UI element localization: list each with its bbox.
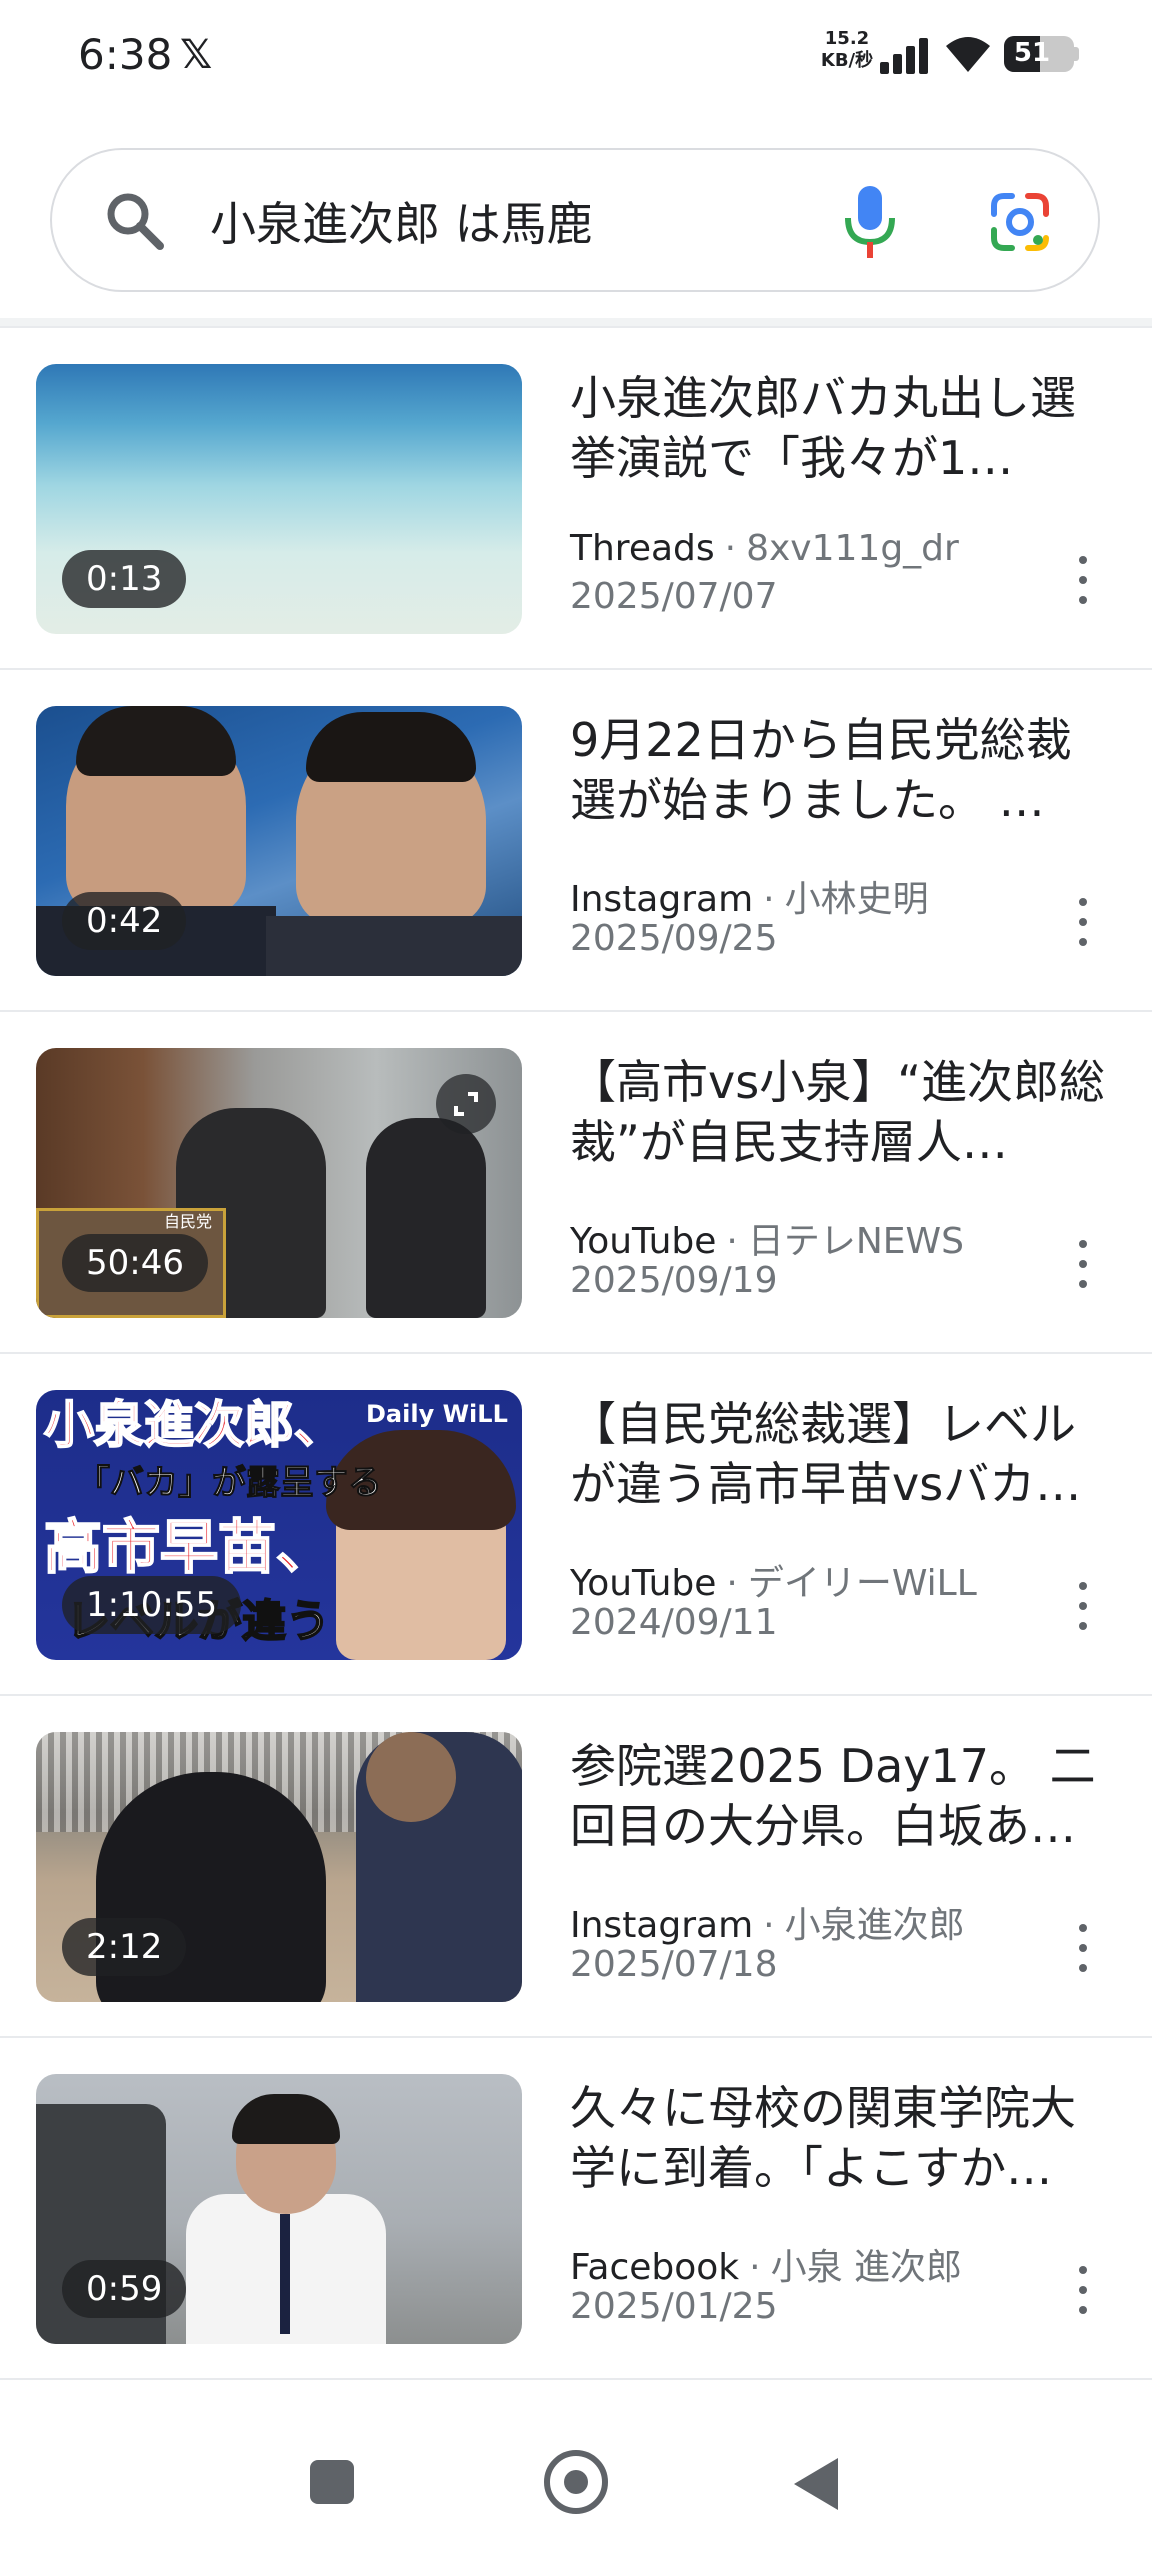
search-bar[interactable] — [50, 148, 1100, 292]
battery-icon: 51 — [1004, 36, 1074, 72]
source-name: Threads — [570, 528, 715, 569]
video-thumbnail[interactable]: 2:12 — [36, 1732, 522, 2002]
search-icon[interactable] — [102, 188, 166, 252]
thumbnail-caption: 「バカ」が露呈する — [76, 1463, 383, 1503]
recent-apps-icon[interactable] — [310, 2460, 354, 2504]
status-bar: 6:38 𝕏 15.2 KB/秒 51 — [0, 0, 1152, 110]
video-duration: 2:12 — [62, 1918, 187, 1976]
thumbnail-caption: 小泉進次郎、 — [43, 1396, 345, 1454]
source-name: Facebook — [570, 2247, 740, 2288]
back-icon[interactable] — [794, 2458, 838, 2510]
source-author: 8xv111g_dr — [746, 528, 959, 569]
more-options-icon[interactable] — [1062, 1916, 1102, 1980]
more-options-icon[interactable] — [1062, 2258, 1102, 2322]
video-result[interactable]: 0:42 9月22日から自民党総裁選が始まりました。 … Instagram · 小… — [0, 670, 1152, 1012]
video-result[interactable]: 0:59 久々に母校の関東学院大学に到着。「よこすか… Facebook · 小泉 … — [0, 2038, 1152, 2380]
status-time: 6:38 — [78, 30, 173, 79]
video-result[interactable]: 2:12 参院選2025 Day17。 二回目の大分県。白坂あ… Instagr… — [0, 1696, 1152, 2038]
video-thumbnail[interactable]: 0:42 — [36, 706, 522, 976]
video-date: 2025/07/18 — [570, 1944, 778, 1985]
video-source: Instagram · 小泉進次郎 — [570, 1905, 965, 1946]
video-source: Facebook · 小泉 進次郎 — [570, 2247, 963, 2288]
thumbnail-caption: 自民党 — [164, 1212, 213, 1231]
video-thumbnail[interactable]: Daily WiLL 小泉進次郎、 「バカ」が露呈する 高市早苗、 レベルが違う… — [36, 1390, 522, 1660]
thumbnail-badge: Daily WiLL — [366, 1400, 508, 1428]
wifi-icon — [946, 37, 990, 72]
video-date: 2025/07/07 — [570, 576, 778, 617]
video-duration: 1:10:55 — [62, 1576, 242, 1634]
video-title[interactable]: 参院選2025 Day17。 二回目の大分県。白坂あ… — [570, 1736, 1116, 1856]
video-title[interactable]: 【高市vs小泉】“進次郎総裁”が自民支持層人… — [570, 1052, 1116, 1172]
more-options-icon[interactable] — [1062, 548, 1102, 612]
video-source: YouTube · 日テレNEWS — [570, 1221, 964, 1262]
video-source: YouTube · デイリーWiLL — [570, 1563, 977, 1604]
expand-icon[interactable] — [436, 1074, 496, 1134]
system-navigation-bar — [0, 2396, 1152, 2560]
source-name: Instagram — [570, 1905, 754, 1946]
source-author: 小泉 進次郎 — [770, 2247, 963, 2288]
network-speed: 15.2 KB/秒 — [820, 28, 874, 71]
source-author: 小林史明 — [784, 879, 929, 920]
source-name: YouTube — [570, 1563, 717, 1604]
source-name: Instagram — [570, 879, 754, 920]
video-thumbnail[interactable]: 0:59 — [36, 2074, 522, 2344]
more-options-icon[interactable] — [1062, 1574, 1102, 1638]
video-source: Threads · 8xv111g_dr — [570, 528, 959, 569]
video-thumbnail[interactable]: 0:13 — [36, 364, 522, 634]
source-author: 小泉進次郎 — [784, 1905, 965, 1946]
google-lens-icon[interactable] — [988, 190, 1052, 254]
video-result[interactable]: 自民党 50:46 【高市vs小泉】“進次郎総裁”が自民支持層人… YouTub… — [0, 1012, 1152, 1354]
video-duration: 0:59 — [62, 2260, 187, 2318]
cellular-signal-icon — [880, 36, 930, 74]
video-duration: 0:42 — [62, 892, 187, 950]
results-divider — [0, 318, 1152, 328]
video-title[interactable]: 久々に母校の関東学院大学に到着。「よこすか… — [570, 2078, 1116, 2198]
home-icon[interactable] — [544, 2450, 608, 2514]
video-thumbnail[interactable]: 自民党 50:46 — [36, 1048, 522, 1318]
x-logo-icon: 𝕏 — [180, 32, 213, 78]
more-options-icon[interactable] — [1062, 890, 1102, 954]
video-result[interactable]: Daily WiLL 小泉進次郎、 「バカ」が露呈する 高市早苗、 レベルが違う… — [0, 1354, 1152, 1696]
video-date: 2025/01/25 — [570, 2286, 778, 2327]
source-name: YouTube — [570, 1221, 717, 1262]
more-options-icon[interactable] — [1062, 1232, 1102, 1296]
thumbnail-caption: 高市早苗、 — [43, 1513, 335, 1581]
source-author: 日テレNEWS — [747, 1221, 964, 1262]
video-title[interactable]: 9月22日から自民党総裁選が始まりました。 … — [570, 710, 1116, 830]
video-date: 2025/09/25 — [570, 918, 778, 959]
video-title[interactable]: 【自民党総裁選】レベルが違う高市早苗vsバカ… — [570, 1394, 1116, 1514]
search-input[interactable] — [208, 180, 852, 262]
source-author: デイリーWiLL — [747, 1563, 977, 1604]
video-result[interactable]: 0:13 小泉進次郎バカ丸出し選挙演説で「我々が1… Threads · 8xv11… — [0, 328, 1152, 670]
video-duration: 50:46 — [62, 1234, 208, 1292]
video-date: 2024/09/11 — [570, 1602, 778, 1643]
video-results-list: 0:13 小泉進次郎バカ丸出し選挙演説で「我々が1… Threads · 8xv11… — [0, 328, 1152, 2380]
mic-icon[interactable] — [842, 184, 898, 260]
video-duration: 0:13 — [62, 550, 187, 608]
video-date: 2025/09/19 — [570, 1260, 778, 1301]
video-title[interactable]: 小泉進次郎バカ丸出し選挙演説で「我々が1… — [570, 368, 1116, 488]
video-source: Instagram · 小林史明 — [570, 879, 929, 920]
